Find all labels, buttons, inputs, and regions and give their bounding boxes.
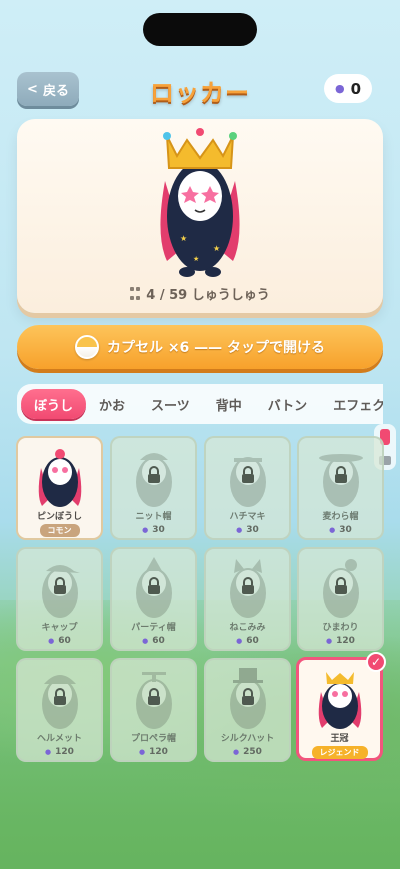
tab-effect[interactable]: エフェク [320,389,383,419]
item-card[interactable]: ひまわり ● 120 [297,547,384,651]
tab-back[interactable]: 背中 [203,389,255,419]
character-preview: ★ ★ ★ [155,126,245,285]
price-value: 60 [152,636,165,646]
tab-baton[interactable]: バトン [255,389,320,419]
dynamic-island [143,13,257,46]
capsule-icon [74,335,99,359]
item-card[interactable]: プロペラ帽 ● 120 [110,658,197,762]
coin-count: 0 [350,79,362,98]
price-value: 60 [246,636,259,646]
svg-text:★: ★ [193,255,199,263]
item-card-selected[interactable]: ✓ 王冠 レジェンド [296,652,386,761]
lock-icon [52,688,68,710]
price-value: 30 [152,525,165,535]
capsule-button-label: カプセル ×6 —— タップで開ける [106,340,326,356]
item-card[interactable]: ねこみみ ● 60 [204,547,291,651]
svg-text:★: ★ [180,234,187,243]
tab-hat[interactable]: ぼうし [21,389,87,419]
item-card[interactable]: キャップ ● 60 [16,547,103,651]
grid-icon [130,287,141,303]
item-card[interactable]: 麦わら帽 ● 30 [297,436,384,540]
category-tabs: ぼうし かお スーツ 背中 バトン エフェク [17,384,383,424]
candy-icon: ● [142,526,149,534]
lock-icon [52,577,68,599]
lock-icon [333,577,349,599]
item-name: パーティ帽 [131,623,176,633]
price-value: 250 [243,747,262,757]
item-name: 王冠 [330,734,349,744]
open-capsule-button[interactable]: カプセル ×6 —— タップで開ける [17,325,383,369]
price-value: 60 [58,636,71,646]
lock-icon [333,466,349,488]
item-card[interactable]: シルクハット ● 250 [204,658,291,762]
candy-icon: ● [233,748,240,756]
item-price: ● 60 [206,636,289,646]
item-name: シルクハット [220,734,275,744]
rarity-badge: コモン [39,524,80,537]
candy-icon: ● [334,82,345,95]
item-card[interactable]: パーティ帽 ● 60 [110,547,197,651]
lock-icon [146,577,162,599]
candy-icon: ● [329,526,336,534]
lock-icon [240,577,256,599]
character-preview-card: ★ ★ ★ 4 / 59 しゅうしゅう [17,119,383,313]
price-value: 30 [339,525,352,535]
candy-icon: ● [236,637,243,645]
item-character [36,446,84,512]
candy-icon: ● [236,526,243,534]
item-price: ● 30 [112,525,195,535]
item-price: ● 60 [18,636,101,646]
coin-counter: ● 0 [324,74,372,103]
item-name: ハチマキ [229,512,266,522]
candy-icon: ● [139,748,146,756]
item-name: ピンぼうし [36,512,82,522]
item-price: ● 120 [112,747,195,757]
item-card[interactable]: ピンぼうし コモン [16,436,103,540]
lock-icon [240,688,256,710]
item-price: ● 120 [299,636,382,646]
item-name: ひまわり [322,623,359,633]
check-icon: ✓ [366,652,386,672]
collection-count: 4 / 59 しゅうしゅう [17,284,383,303]
candy-icon: ● [45,748,52,756]
item-character [316,668,364,734]
item-name: プロペラ帽 [130,734,176,744]
price-value: 120 [336,636,355,646]
lock-icon [146,688,162,710]
item-price: ● 250 [206,747,289,757]
price-value: 30 [246,525,259,535]
item-price: ● 120 [18,747,101,757]
svg-text:★: ★ [213,244,220,253]
item-price: ● 60 [112,636,195,646]
item-price: ● 30 [299,525,382,535]
tab-suit[interactable]: スーツ [138,389,203,419]
item-card[interactable]: ヘルメット ● 120 [16,658,103,762]
rarity-badge: レジェンド [311,746,368,759]
candy-icon: ● [326,637,333,645]
item-name: ヘルメット [36,734,82,744]
item-price: ● 30 [206,525,289,535]
item-name: キャップ [41,623,78,633]
item-name: 麦わら帽 [322,512,359,522]
tab-face[interactable]: かお [86,389,138,419]
candy-icon: ● [142,637,149,645]
item-name: ねこみみ [229,623,266,633]
price-value: 120 [149,747,168,757]
item-card[interactable]: ハチマキ ● 30 [204,436,291,540]
lock-icon [240,466,256,488]
candy-icon: ● [48,637,55,645]
item-card[interactable]: ニット帽 ● 30 [110,436,197,540]
item-name: ニット帽 [135,512,172,522]
lock-icon [146,466,162,488]
price-value: 120 [55,747,74,757]
collection-count-text: 4 / 59 しゅうしゅう [146,288,270,303]
